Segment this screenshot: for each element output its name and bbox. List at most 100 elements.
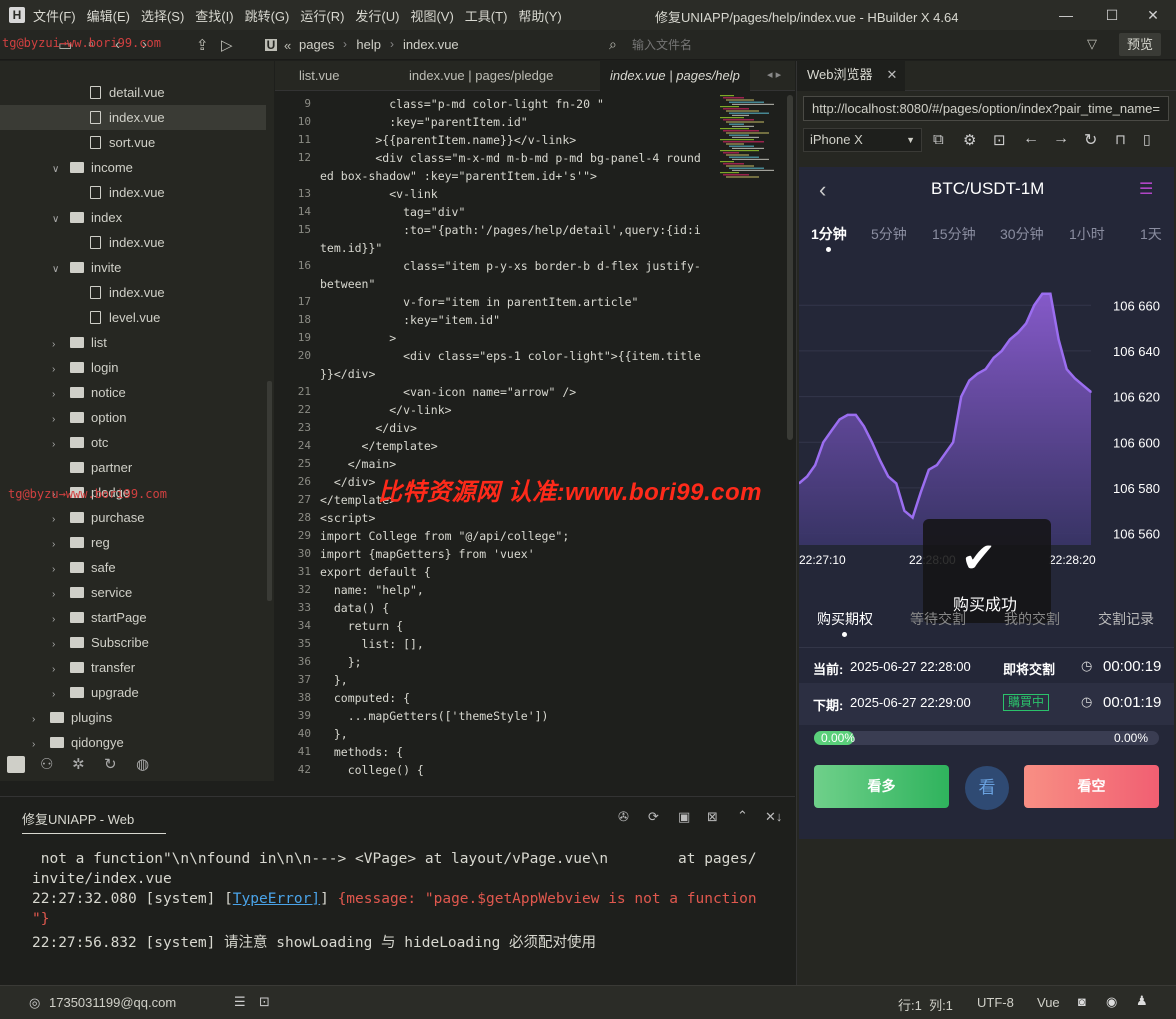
tree-file-item[interactable]: detail.vue	[0, 80, 266, 105]
tree-file-item[interactable]: index.vue	[0, 230, 266, 255]
interval-tab[interactable]: 1天	[1140, 224, 1162, 244]
menu-goto[interactable]: 跳转(G)	[245, 6, 290, 25]
plugin-icon[interactable]: ⚇	[40, 755, 53, 773]
chevron-right-icon[interactable]: ›	[52, 682, 64, 707]
restart-icon[interactable]: ⟳	[648, 809, 659, 825]
editor-scrollbar[interactable]	[787, 95, 793, 440]
chevron-right-icon[interactable]: ›	[32, 707, 44, 732]
subtab-waiting[interactable]: 等待交割	[910, 609, 966, 629]
menu-tools[interactable]: 工具(T)	[465, 6, 508, 25]
tree-folder-item[interactable]: › reg	[0, 530, 266, 555]
buy-long-button[interactable]: 看多	[814, 765, 949, 808]
interval-tab[interactable]: 30分钟	[1000, 224, 1044, 244]
tree-folder-item[interactable]: › plugins	[0, 705, 266, 730]
menu-select[interactable]: 选择(S)	[141, 6, 184, 25]
mobile-icon[interactable]: ▯	[1143, 131, 1151, 148]
url-input[interactable]	[803, 96, 1169, 121]
tree-folder-item[interactable]: › list	[0, 330, 266, 355]
tree-folder-item[interactable]: › transfer	[0, 655, 266, 680]
sidebar-scrollbar[interactable]	[267, 381, 272, 601]
device-select[interactable]: iPhone X ▼	[803, 128, 922, 152]
interval-tab[interactable]: 15分钟	[932, 224, 976, 244]
file-search-input[interactable]	[632, 35, 1052, 55]
tree-folder-item[interactable]: partner	[0, 455, 266, 480]
encoding-label[interactable]: UTF-8	[977, 995, 1014, 1010]
bell-icon[interactable]: ♟	[1136, 993, 1148, 1009]
console-icon[interactable]: ⊡	[993, 131, 1006, 149]
chevron-down-icon[interactable]: ∨	[52, 157, 64, 182]
chevron-right-icon[interactable]: ›	[52, 432, 64, 457]
terminal-icon[interactable]: ⊡	[259, 994, 270, 1010]
explorer-icon[interactable]	[7, 756, 25, 773]
tree-folder-item[interactable]: › service	[0, 580, 266, 605]
buy-short-button[interactable]: 看空	[1024, 765, 1159, 808]
clear-icon[interactable]: ⊠	[707, 809, 718, 825]
menu-icon[interactable]: ☰	[1139, 179, 1153, 199]
notification-icon[interactable]: ◉	[1106, 994, 1117, 1010]
tree-folder-item[interactable]: › login	[0, 355, 266, 380]
language-label[interactable]: Vue	[1037, 995, 1060, 1010]
chevron-right-icon[interactable]: ›	[52, 607, 64, 632]
tree-folder-item[interactable]: › notice	[0, 380, 266, 405]
debug-icon[interactable]: ✇	[618, 809, 629, 825]
subtab-history[interactable]: 交割记录	[1098, 609, 1154, 629]
chevron-down-icon[interactable]: ∨	[52, 257, 64, 282]
chevron-right-icon[interactable]: ›	[52, 382, 64, 407]
run-icon[interactable]: ▷	[221, 36, 233, 54]
tree-folder-item[interactable]: › otc	[0, 430, 266, 455]
view-button[interactable]: 看	[965, 766, 1009, 810]
breadcrumb-help[interactable]: help	[356, 37, 381, 52]
tree-file-item[interactable]: index.vue	[0, 105, 266, 130]
user-account[interactable]: 1735031199@qq.com	[49, 995, 176, 1010]
chevron-right-icon[interactable]: ›	[52, 357, 64, 382]
lock-icon[interactable]: ⊓	[1115, 131, 1126, 148]
interval-tab[interactable]: 5分钟	[871, 224, 907, 244]
menu-publish[interactable]: 发行(U)	[355, 6, 399, 25]
preview-button[interactable]: 预览	[1119, 33, 1161, 56]
menu-file[interactable]: 文件(F)	[33, 6, 76, 25]
debug-icon[interactable]: ✲	[72, 755, 85, 773]
interval-tab[interactable]: 1小时	[1069, 224, 1105, 244]
settings-icon[interactable]: ⚙	[963, 131, 976, 149]
tree-folder-item[interactable]: › qidongye	[0, 730, 266, 751]
minimize-icon[interactable]: —	[1043, 0, 1089, 30]
forward-icon[interactable]: →	[1053, 130, 1069, 148]
screenshot-icon[interactable]: ⧉	[933, 131, 944, 148]
tab-web-browser[interactable]: Web浏览器 ✕	[797, 61, 905, 91]
menu-help[interactable]: 帮助(Y)	[518, 6, 561, 25]
chevron-right-icon[interactable]: ›	[32, 732, 44, 751]
list-icon[interactable]: ☰	[234, 994, 246, 1010]
tree-folder-item[interactable]: ∨ income	[0, 155, 266, 180]
menu-edit[interactable]: 编辑(E)	[87, 6, 130, 25]
tree-folder-item[interactable]: › option	[0, 405, 266, 430]
menu-view[interactable]: 视图(V)	[410, 6, 453, 25]
close-panel-icon[interactable]: ✕↓	[765, 809, 782, 825]
code-minimap[interactable]	[717, 95, 787, 775]
chevron-right-icon[interactable]: ›	[52, 532, 64, 557]
tab-help-index[interactable]: index.vue | pages/help	[600, 61, 750, 91]
code-area[interactable]: class="p-md color-light fn-20 " :key="pa…	[320, 95, 715, 779]
subtab-mine[interactable]: 我的交割	[1004, 609, 1060, 629]
tab-pledge-index[interactable]: index.vue | pages/pledge	[399, 61, 563, 91]
tab-list-vue[interactable]: list.vue	[289, 61, 349, 91]
chevron-right-icon[interactable]: ›	[52, 507, 64, 532]
tree-file-item[interactable]: sort.vue	[0, 130, 266, 155]
close-icon[interactable]: ✕	[1130, 0, 1176, 30]
chevron-right-icon[interactable]: ›	[52, 632, 64, 657]
chevron-right-icon[interactable]: ›	[52, 582, 64, 607]
tab-scroll-icon[interactable]: ◂ ▸	[767, 68, 781, 81]
subtab-buy[interactable]: 购买期权	[817, 609, 873, 629]
chevron-down-icon[interactable]: ∨	[52, 207, 64, 232]
maximize-icon[interactable]: ☐	[1089, 0, 1135, 30]
breadcrumb-file[interactable]: index.vue	[403, 37, 459, 52]
breadcrumb-pages[interactable]: pages	[299, 37, 334, 52]
tree-file-item[interactable]: level.vue	[0, 305, 266, 330]
tree-folder-item[interactable]: › purchase	[0, 505, 266, 530]
menu-run[interactable]: 运行(R)	[300, 6, 344, 25]
interval-tab[interactable]: 1分钟	[811, 224, 847, 244]
tree-folder-item[interactable]: ∨ index	[0, 205, 266, 230]
chevron-right-icon[interactable]: ›	[52, 332, 64, 357]
chevron-right-icon[interactable]: ›	[52, 557, 64, 582]
close-tab-icon[interactable]: ✕	[887, 67, 898, 82]
reload-icon[interactable]: ↻	[1084, 130, 1097, 150]
